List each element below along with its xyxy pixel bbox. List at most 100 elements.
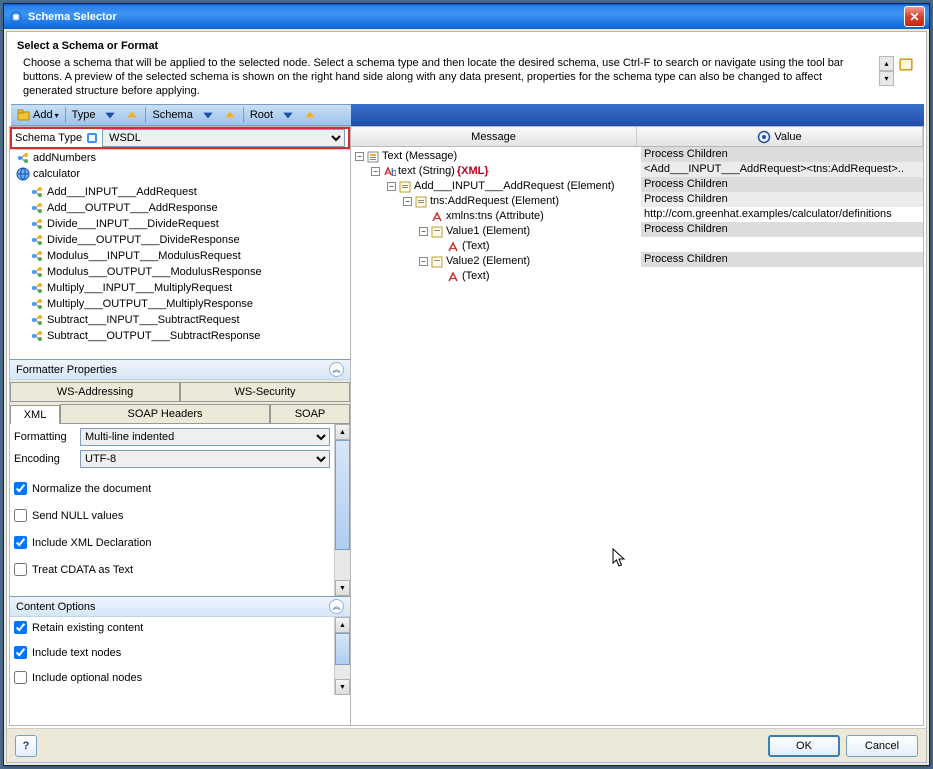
title-bar[interactable]: Schema Selector ✕ (4, 4, 929, 29)
tree-item[interactable]: Subtract___OUTPUT___SubtractResponse (28, 328, 262, 344)
scroll-up-icon[interactable]: ▲ (335, 617, 350, 633)
message-tree[interactable]: − Text (Message) − b text (String) {XML}… (351, 147, 641, 725)
close-button[interactable]: ✕ (904, 6, 925, 27)
arrow-down-icon (201, 108, 215, 122)
desc-scroll[interactable]: ▴ ▾ (879, 56, 894, 86)
scroll-down-icon[interactable]: ▼ (335, 580, 350, 596)
scroll-up-icon[interactable]: ▴ (879, 56, 894, 71)
msg-node[interactable]: (Text) (435, 239, 639, 254)
schema-type-select[interactable]: WSDL (102, 129, 345, 147)
content-options-header[interactable]: Content Options ︽ (10, 597, 350, 617)
schema-type-icon (85, 131, 99, 145)
toolbar-root[interactable]: Root (246, 108, 277, 122)
chk-xmldecl[interactable] (14, 536, 27, 549)
value-cell[interactable]: Process Children (641, 177, 923, 192)
tree-item[interactable]: Divide___INPUT___DivideRequest (28, 216, 221, 232)
msg-node[interactable]: (Text) (435, 269, 639, 284)
chk-retain[interactable] (14, 621, 27, 634)
chk-textnodes[interactable] (14, 646, 27, 659)
msg-node[interactable]: − Text (Message) (355, 149, 639, 164)
grid-header: Message Value (351, 127, 923, 147)
schema-down[interactable] (197, 107, 219, 123)
svg-text:b: b (391, 167, 396, 179)
encoding-label: Encoding (14, 453, 74, 465)
msg-node[interactable]: − b text (String) {XML} (371, 164, 639, 179)
msg-node[interactable]: − tns:AddRequest (Element) (403, 194, 639, 209)
tree-node-calculator[interactable]: calculator (14, 166, 82, 182)
collapse-icon[interactable]: ︽ (329, 362, 344, 377)
tree-item[interactable]: Multiply___OUTPUT___MultiplyResponse (28, 296, 255, 312)
toolbar-add[interactable]: Add▾ (13, 107, 63, 123)
tree-item[interactable]: Modulus___OUTPUT___ModulusResponse (28, 264, 264, 280)
arrow-up-icon (125, 108, 139, 122)
content-scrollbar[interactable]: ▲ ▼ (334, 617, 350, 695)
value-cell[interactable]: <Add___INPUT___AddRequest><tns:AddReques… (641, 162, 923, 177)
formatting-select[interactable]: Multi-line indented (80, 428, 330, 446)
operation-icon (16, 151, 30, 165)
collapse-icon[interactable]: − (371, 167, 380, 176)
tab-xml[interactable]: XML (10, 405, 60, 424)
scroll-down-icon[interactable]: ▼ (335, 679, 350, 695)
scroll-thumb[interactable] (335, 440, 350, 550)
value-cell[interactable]: Process Children (641, 192, 923, 207)
value-cell[interactable]: Process Children (641, 252, 923, 267)
attribute-icon (430, 210, 444, 224)
help-book-icon[interactable] (898, 56, 916, 74)
chk-optional[interactable] (14, 671, 27, 684)
type-down[interactable] (99, 107, 121, 123)
toolbar-type[interactable]: Type (68, 108, 100, 122)
tree-item[interactable]: Modulus___INPUT___ModulusRequest (28, 248, 243, 264)
collapse-icon[interactable]: − (355, 152, 364, 161)
value-column[interactable]: Process Children<Add___INPUT___AddReques… (641, 147, 923, 725)
msg-node[interactable]: − Value2 (Element) (419, 254, 639, 269)
msg-node[interactable]: − Value1 (Element) (419, 224, 639, 239)
tab-soap-headers[interactable]: SOAP Headers (60, 404, 270, 423)
cancel-button[interactable]: Cancel (846, 735, 918, 757)
collapse-icon[interactable]: − (419, 257, 428, 266)
tree-item[interactable]: Divide___OUTPUT___DivideResponse (28, 232, 242, 248)
collapse-icon[interactable]: − (419, 227, 428, 236)
collapse-icon[interactable]: − (387, 182, 396, 191)
encoding-select[interactable]: UTF-8 (80, 450, 330, 468)
scroll-down-icon[interactable]: ▾ (879, 71, 894, 86)
header-description: Choose a schema that will be applied to … (17, 56, 873, 98)
scroll-thumb[interactable] (335, 633, 350, 665)
value-cell[interactable] (641, 237, 923, 252)
tree-item[interactable]: Multiply___INPUT___MultiplyRequest (28, 280, 234, 296)
value-cell[interactable] (641, 267, 923, 282)
type-up[interactable] (121, 107, 143, 123)
value-cell[interactable]: http://com.greenhat.examples/calculator/… (641, 207, 923, 222)
value-cell[interactable]: Process Children (641, 222, 923, 237)
formatter-scrollbar[interactable]: ▲ ▼ (334, 424, 350, 596)
ok-button[interactable]: OK (768, 735, 840, 757)
msg-node[interactable]: − Add___INPUT___AddRequest (Element) (387, 179, 639, 194)
chk-normalize[interactable] (14, 482, 27, 495)
value-cell[interactable]: Process Children (641, 147, 923, 162)
scroll-up-icon[interactable]: ▲ (335, 424, 350, 440)
toolbar: Add▾ Type Schema Root (11, 104, 351, 126)
value-icon (757, 130, 771, 144)
chk-sendnull[interactable] (14, 509, 27, 522)
root-up[interactable] (299, 107, 321, 123)
col-value[interactable]: Value (637, 127, 923, 146)
schema-up[interactable] (219, 107, 241, 123)
tree-item[interactable]: Subtract___INPUT___SubtractRequest (28, 312, 242, 328)
formatter-header[interactable]: Formatter Properties ︽ (10, 360, 350, 380)
tab-ws-addressing[interactable]: WS-Addressing (10, 382, 180, 401)
help-button[interactable]: ? (15, 735, 37, 757)
tab-soap[interactable]: SOAP (270, 404, 350, 423)
tree-node-addnumbers[interactable]: addNumbers (14, 150, 98, 166)
schema-tree[interactable]: addNumbers calculator Add___INPUT___AddR… (10, 149, 350, 359)
msg-node[interactable]: xmlns:tns (Attribute) (419, 209, 639, 224)
chk-cdata[interactable] (14, 563, 27, 576)
root-down[interactable] (277, 107, 299, 123)
tree-item[interactable]: Add___OUTPUT___AddResponse (28, 200, 220, 216)
toolbar-schema[interactable]: Schema (148, 108, 196, 122)
col-message[interactable]: Message (351, 127, 637, 146)
tree-item[interactable]: Add___INPUT___AddRequest (28, 184, 199, 200)
collapse-icon[interactable]: − (403, 197, 412, 206)
tab-ws-security[interactable]: WS-Security (180, 382, 350, 401)
dropdown-icon: ▾ (55, 111, 59, 120)
collapse-icon[interactable]: ︽ (329, 599, 344, 614)
operation-icon (30, 233, 44, 247)
